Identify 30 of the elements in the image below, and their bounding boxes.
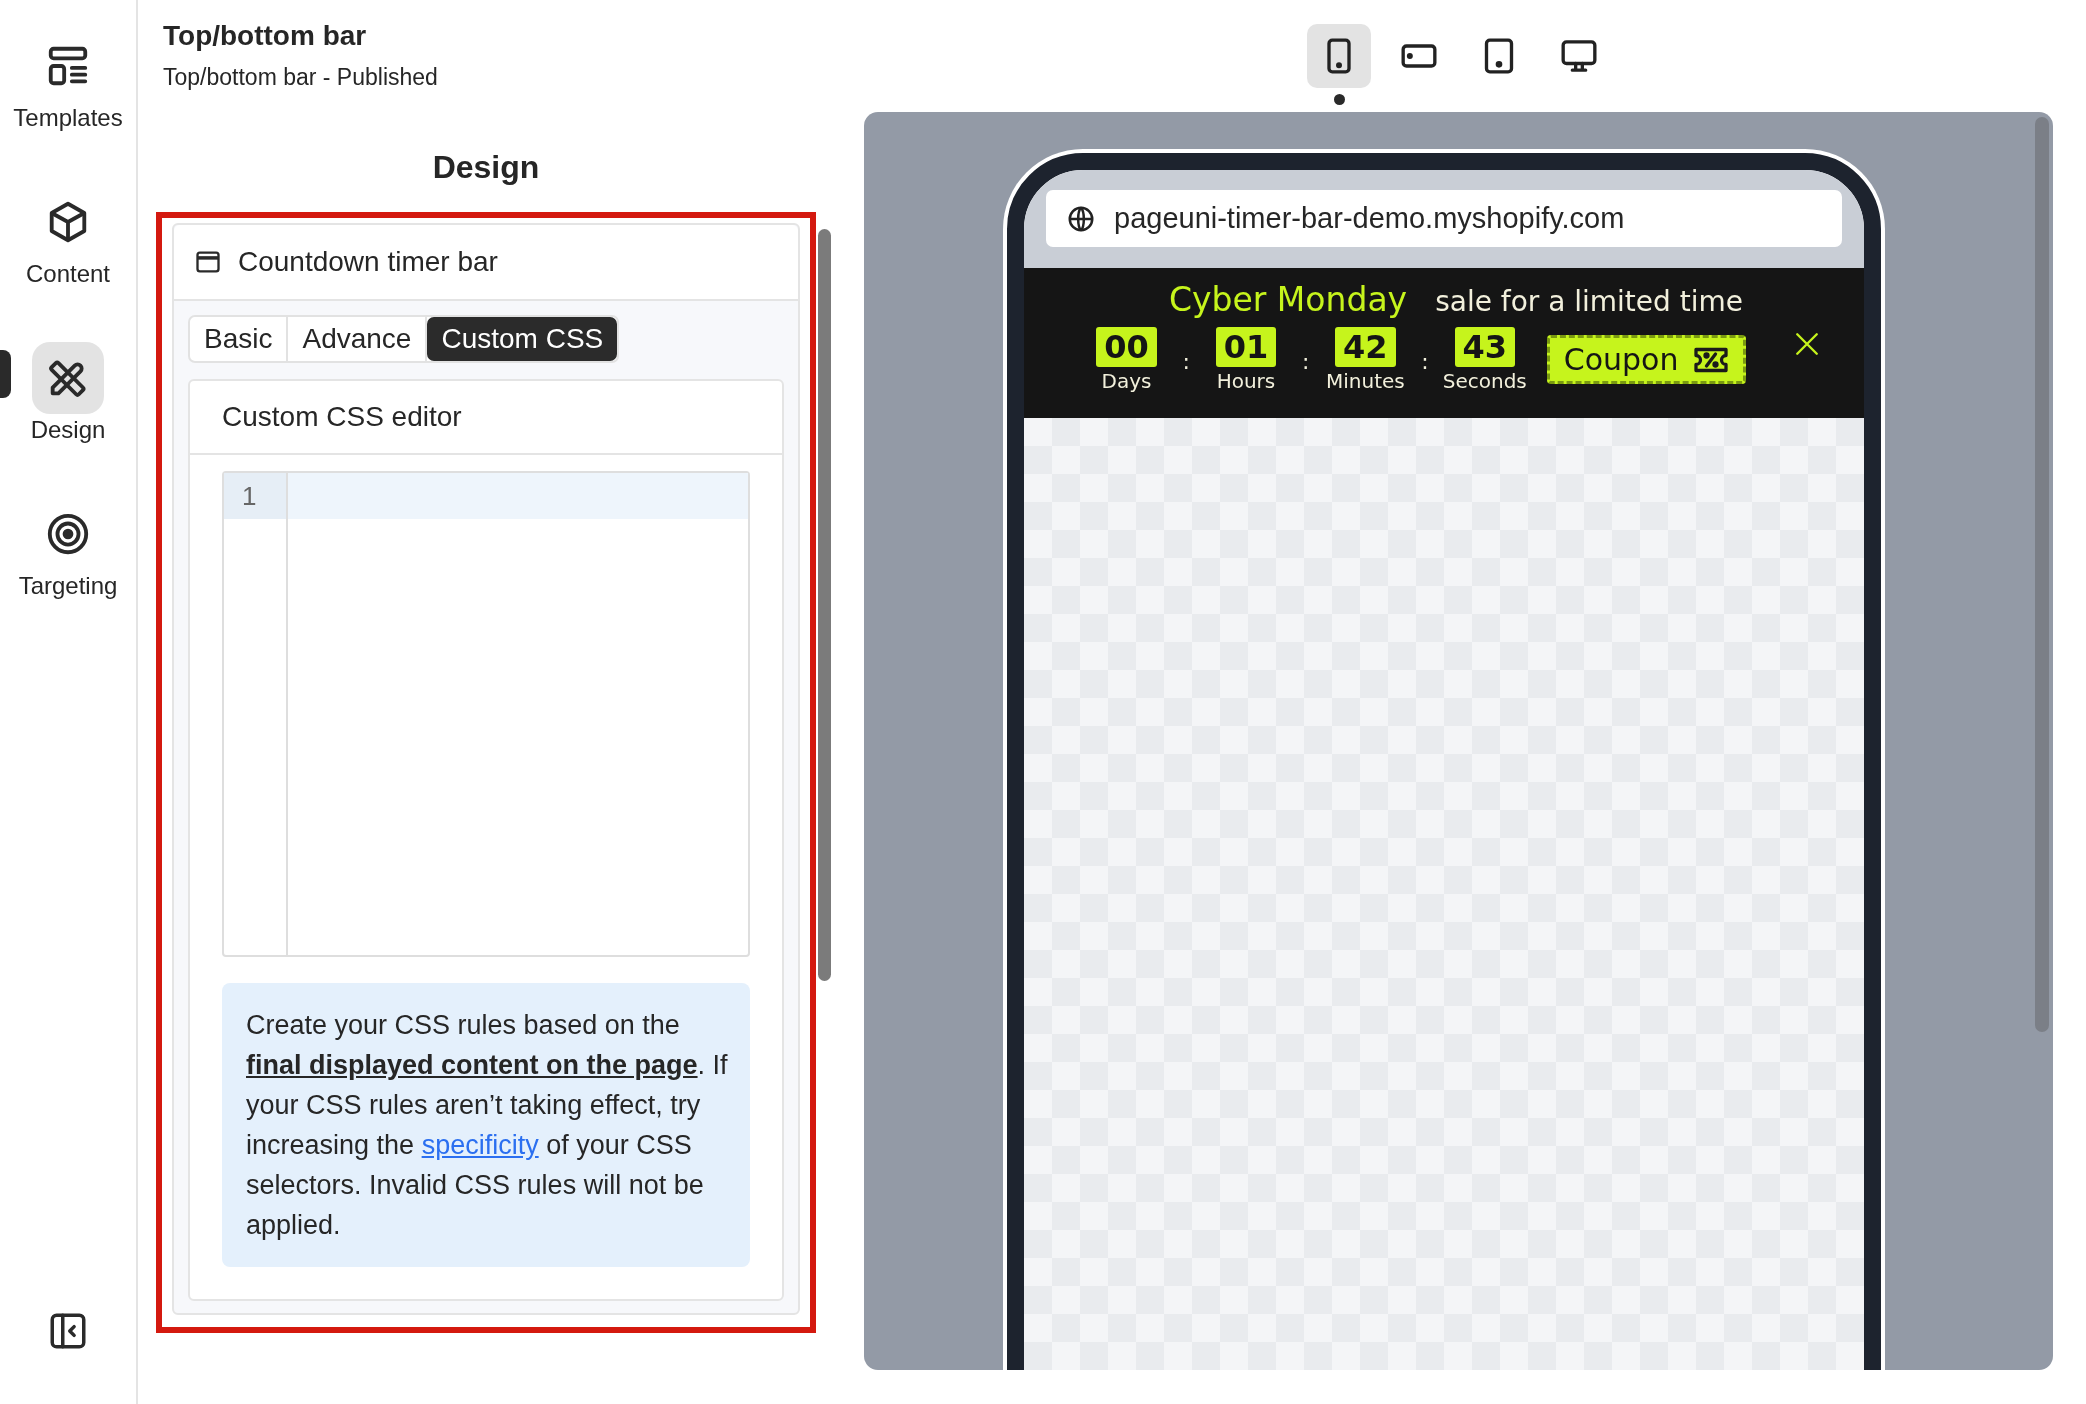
- page-subtitle: Top/bottom bar - Published: [163, 64, 439, 91]
- tab[interactable]: Basic: [190, 317, 289, 361]
- timer-value: 42: [1335, 327, 1396, 367]
- timer-value: 00: [1096, 327, 1157, 367]
- editor-title: Custom CSS editor: [190, 381, 782, 455]
- timer-value: 01: [1215, 327, 1277, 367]
- timer-label: Days: [1101, 369, 1152, 393]
- headline: sale for a limited time: [1435, 285, 1743, 318]
- url-text: pageuni-timer-bar-demo.myshopify.com: [1114, 202, 1625, 235]
- headline-highlight: Cyber Monday: [1169, 280, 1408, 319]
- time-separator: :: [1301, 349, 1310, 374]
- time-separator: :: [1421, 349, 1429, 374]
- nav-item[interactable]: Content: [0, 186, 137, 342]
- timer-label: Minutes: [1325, 369, 1405, 393]
- card-title: Countdown timer bar: [238, 246, 498, 278]
- timer-label: Hours: [1216, 369, 1276, 393]
- page-title: Top/bottom bar: [163, 20, 368, 52]
- tab[interactable]: Custom CSS: [427, 317, 618, 361]
- timer-label: Seconds: [1442, 369, 1527, 393]
- time-separator: :: [1182, 349, 1190, 374]
- nav-item[interactable]: Templates: [0, 30, 137, 186]
- coupon-button[interactable]: Coupon: [1546, 335, 1746, 384]
- timer-value: 43: [1454, 327, 1516, 367]
- nav-item[interactable]: Design: [0, 342, 137, 498]
- section-heading: Design: [431, 149, 541, 186]
- code-editor[interactable]: 1: [222, 471, 750, 957]
- nav-item[interactable]: Targeting: [0, 498, 137, 654]
- specificity-link[interactable]: specificity: [421, 1130, 539, 1160]
- info-text: Create your CSS rules based on the final displayed content on the page. If your CSS rules aren’t taking effect, try increasing the specificity of your CSS selectors. Invalid CSS rules will not be applied.: [246, 1009, 728, 1242]
- line-number: 1: [224, 473, 286, 519]
